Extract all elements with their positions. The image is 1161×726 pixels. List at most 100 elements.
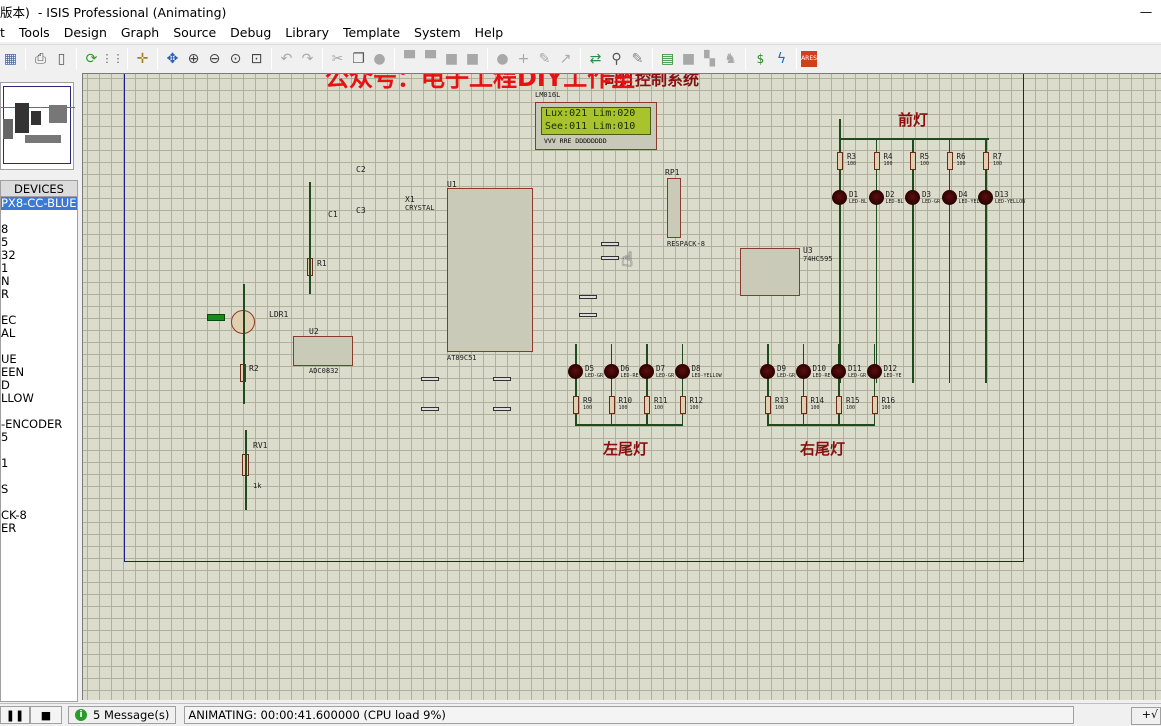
device-list-item[interactable]: 32: [1, 249, 77, 262]
block-delete-icon[interactable]: ■: [462, 48, 483, 70]
u1-mcu[interactable]: [447, 188, 533, 352]
menu-design[interactable]: Design: [57, 25, 114, 40]
zoom-out-icon[interactable]: ⊖: [204, 48, 225, 70]
push-button[interactable]: [493, 407, 511, 411]
device-list-item[interactable]: AL: [1, 327, 77, 340]
push-button[interactable]: [601, 256, 619, 260]
netlist-icon[interactable]: ♞: [720, 48, 741, 70]
tail-led[interactable]: [603, 364, 619, 379]
tail-resistor[interactable]: [800, 396, 807, 414]
tail-resistor[interactable]: [871, 396, 878, 414]
menu-help[interactable]: Help: [468, 25, 511, 40]
device-list-item[interactable]: [1, 496, 77, 509]
device-list-item[interactable]: CK-8: [1, 509, 77, 522]
new-sheet-icon[interactable]: ▤: [657, 48, 678, 70]
block-move-icon[interactable]: ▀: [420, 48, 441, 70]
make-device-icon[interactable]: +: [513, 48, 534, 70]
menu-tools[interactable]: Tools: [12, 25, 57, 40]
device-list-item[interactable]: EC: [1, 314, 77, 327]
wire-autoroute-icon[interactable]: ⇄: [585, 48, 606, 70]
rp1-respack[interactable]: [667, 178, 681, 238]
u2-adc[interactable]: [293, 336, 353, 366]
delete-sheet-icon[interactable]: ■: [678, 48, 699, 70]
tail-led[interactable]: [760, 364, 775, 379]
pause-button[interactable]: ❚❚: [0, 706, 30, 724]
menu-source[interactable]: Source: [166, 25, 223, 40]
refresh-icon[interactable]: ⟳: [81, 48, 102, 70]
import-bitmap-icon[interactable]: ▦: [0, 48, 21, 70]
page-icon[interactable]: ▯: [51, 48, 72, 70]
tail-resistor[interactable]: [573, 396, 579, 414]
pick-device-icon[interactable]: ●: [492, 48, 513, 70]
push-button[interactable]: [579, 295, 597, 299]
menu-template[interactable]: Template: [336, 25, 407, 40]
undo-icon[interactable]: ↶: [276, 48, 297, 70]
tail-led[interactable]: [639, 364, 654, 379]
device-list-item[interactable]: 5: [1, 236, 77, 249]
lcd-display[interactable]: Lux:021 Lim:020 See:011 Lim:010 VVV RRE …: [535, 102, 657, 150]
device-list-item[interactable]: -ENCODER: [1, 418, 77, 431]
zoom-all-icon[interactable]: ⊙: [225, 48, 246, 70]
front-led[interactable]: [905, 190, 920, 205]
device-list-item[interactable]: D: [1, 379, 77, 392]
schematic-canvas[interactable]: 司灯控制系统 公众号：电子工程DIY工作室 LM016L Lux:021 Lim…: [82, 73, 1161, 700]
cut-icon[interactable]: ✂: [327, 48, 348, 70]
front-resistor[interactable]: [873, 152, 880, 170]
push-button[interactable]: [601, 242, 619, 246]
zoom-in-icon[interactable]: ⊕: [183, 48, 204, 70]
push-button[interactable]: [421, 377, 439, 381]
messages-indicator[interactable]: i 5 Message(s): [68, 706, 177, 724]
block-rotate-icon[interactable]: ■: [441, 48, 462, 70]
ares-icon[interactable]: ARES: [801, 50, 817, 67]
menu-system[interactable]: System: [407, 25, 468, 40]
tail-led[interactable]: [674, 364, 690, 379]
tail-resistor[interactable]: [608, 396, 615, 414]
u3-shift-register[interactable]: [740, 248, 800, 296]
pan-icon[interactable]: ✥: [162, 48, 183, 70]
menu-debug[interactable]: Debug: [223, 25, 278, 40]
device-list-item[interactable]: 1: [1, 457, 77, 470]
stop-button[interactable]: ■: [30, 706, 62, 724]
tail-led[interactable]: [795, 364, 811, 379]
zoom-area-icon[interactable]: ⊡: [246, 48, 267, 70]
device-list-item[interactable]: [1, 405, 77, 418]
device-list-item[interactable]: 8: [1, 223, 77, 236]
push-button[interactable]: [579, 313, 597, 317]
overview-window[interactable]: [0, 82, 75, 170]
menu-edit[interactable]: t: [0, 25, 12, 40]
devices-list[interactable]: DEVICES PX8-CC-BLUE 8 5 32 1 N R EC AL UE EEN D LLOW…: [0, 180, 78, 702]
device-list-item[interactable]: PX8-CC-BLUE: [1, 197, 77, 210]
device-list-item[interactable]: EEN: [1, 366, 77, 379]
device-list-item[interactable]: 1: [1, 262, 77, 275]
menu-library[interactable]: Library: [278, 25, 336, 40]
front-resistor[interactable]: [910, 152, 916, 170]
bill-of-materials-icon[interactable]: $: [750, 48, 771, 70]
electrical-rule-check-icon[interactable]: ϟ: [771, 48, 792, 70]
grid-toggle-icon[interactable]: ⋮⋮: [102, 48, 124, 70]
tail-resistor[interactable]: [765, 396, 771, 414]
front-led[interactable]: [832, 190, 847, 205]
front-led[interactable]: [868, 190, 884, 205]
tail-resistor[interactable]: [679, 396, 686, 414]
redo-icon[interactable]: ↷: [297, 48, 318, 70]
decompose-icon[interactable]: ↗: [555, 48, 576, 70]
print-icon[interactable]: ⎙: [30, 48, 51, 70]
block-copy-icon[interactable]: ▀: [399, 48, 420, 70]
tail-led[interactable]: [568, 364, 583, 379]
front-led[interactable]: [978, 190, 993, 205]
device-list-item[interactable]: N: [1, 275, 77, 288]
minimize-button[interactable]: —: [1139, 4, 1153, 19]
front-resistor[interactable]: [946, 152, 953, 170]
device-list-item[interactable]: [1, 210, 77, 223]
devices-header[interactable]: DEVICES: [1, 181, 77, 197]
origin-icon[interactable]: ✛: [132, 48, 153, 70]
tail-resistor[interactable]: [836, 396, 842, 414]
copy-icon[interactable]: ❐: [348, 48, 369, 70]
push-button[interactable]: [421, 407, 439, 411]
search-tag-icon[interactable]: ⚲: [606, 48, 627, 70]
tail-led[interactable]: [831, 364, 846, 379]
tail-led[interactable]: [866, 364, 882, 379]
front-resistor[interactable]: [983, 152, 989, 170]
goto-sheet-icon[interactable]: ▚: [699, 48, 720, 70]
device-list-item[interactable]: UE: [1, 353, 77, 366]
